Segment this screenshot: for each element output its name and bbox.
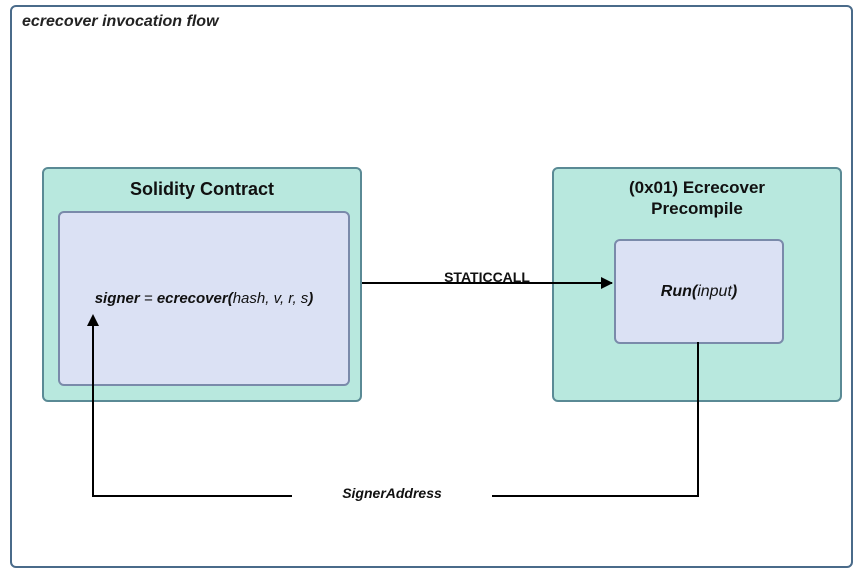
- diagram-title: ecrecover invocation flow: [22, 13, 219, 31]
- precompile-fn: Run(: [661, 283, 697, 300]
- call-arrow-label: STATICCALL: [362, 269, 612, 285]
- code-fn: ecrecover(: [157, 290, 233, 307]
- diagram-frame: ecrecover invocation flow Solidity Contr…: [10, 5, 853, 568]
- precompile-code: Run(input): [661, 283, 737, 301]
- code-close: ): [308, 290, 313, 307]
- code-eq: =: [140, 290, 157, 307]
- solidity-contract-code-box: signer = ecrecover(hash, v, r, s): [58, 211, 350, 386]
- precompile-close: ): [732, 283, 737, 300]
- code-args: hash, v, r, s: [233, 290, 309, 307]
- solidity-contract-title: Solidity Contract: [44, 169, 360, 208]
- solidity-contract-code: signer = ecrecover(hash, v, r, s): [95, 289, 314, 309]
- precompile-title: (0x01) Ecrecover Precompile: [554, 169, 840, 226]
- precompile-code-box: Run(input): [614, 239, 784, 344]
- return-arrow-label: SignerAddress: [292, 485, 492, 501]
- precompile-title-line1: (0x01) Ecrecover: [629, 178, 765, 197]
- solidity-contract-box: Solidity Contract signer = ecrecover(has…: [42, 167, 362, 402]
- code-signer: signer: [95, 290, 140, 307]
- precompile-title-line2: Precompile: [651, 199, 743, 218]
- precompile-args: input: [697, 283, 732, 300]
